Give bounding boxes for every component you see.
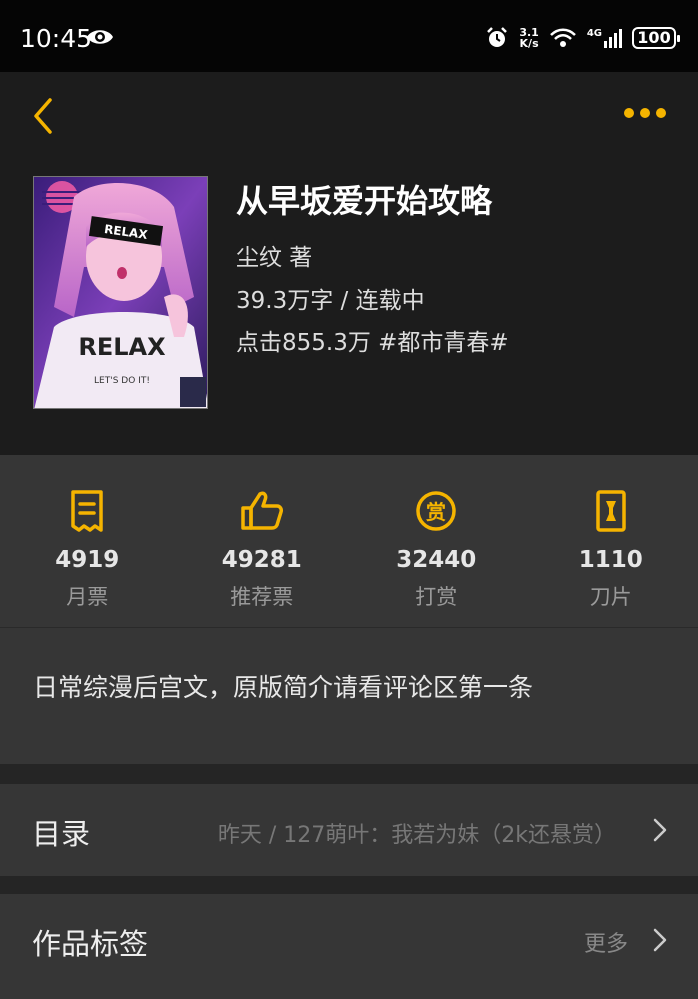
catalog-row[interactable]: 目录 昨天 / 127萌叶：我若为妹（2k还悬赏） [0,784,698,876]
monthly-ticket-icon [71,490,103,532]
cell-signal: 4G [587,28,622,48]
ticket-count: 1110 [578,547,643,573]
synopsis-section[interactable]: 日常综漫后宫文，原版简介请看评论区第一条 [0,628,698,764]
net-speed-unit: K/s [519,37,539,50]
ticket-count: 4919 [55,547,120,573]
synopsis-text: 日常综漫后宫文，原版简介请看评论区第一条 [33,673,534,702]
status-time: 10:45 [20,24,93,53]
wifi-icon [549,28,576,47]
tags-row[interactable]: 作品标签 更多 [0,894,698,999]
book-stats: 点击855.3万 #都市青春# [236,330,509,356]
book-header: RELAX RELAX LET'S DO IT! 从早坂爱开始攻略 尘纹 著 3… [0,72,698,455]
network-type: 4G [586,28,602,39]
section-gap [0,876,698,894]
ticket-blade[interactable]: 1110 刀片 [524,455,698,627]
chevron-left-icon[interactable] [30,96,56,136]
ticket-label: 月票 [66,585,109,609]
ticket-label: 推荐票 [230,585,294,609]
ticket-recommend[interactable]: 49281 推荐票 [175,455,350,627]
ticket-row: 4919 月票 49281 推荐票 赏 32440 打赏 1110 刀片 [0,455,698,627]
cover-text-sub: LET'S DO IT! [94,376,150,386]
ticket-label: 刀片 [589,585,632,609]
svg-text:赏: 赏 [426,500,446,524]
catalog-title: 目录 [32,817,91,851]
chevron-right-icon [653,818,667,842]
ticket-label: 打赏 [415,585,458,609]
net-speed: 3.1 K/s [519,27,539,49]
ticket-monthly[interactable]: 4919 月票 [0,455,175,627]
status-bar: 10:45 3.1 K/s 4G 100 [0,0,698,72]
catalog-latest-chapter: 昨天 / 127萌叶：我若为妹（2k还悬赏） [217,823,616,848]
tags-title: 作品标签 [32,927,149,961]
eye-icon [87,30,113,44]
ticket-count: 49281 [221,547,302,573]
ticket-reward[interactable]: 赏 32440 打赏 [349,455,524,627]
chevron-right-icon [653,928,667,952]
book-meta: 39.3万字 / 连载中 [236,288,425,314]
battery-indicator: 100 [632,27,680,49]
book-author[interactable]: 尘纹 著 [236,238,312,272]
reward-coin-icon: 赏 [416,491,456,531]
tags-more-link[interactable]: 更多 [584,926,628,958]
section-gap [0,764,698,784]
ticket-count: 32440 [396,547,477,573]
more-horizontal-icon[interactable] [624,108,666,120]
cover-text-shirt: RELAX [78,333,166,361]
cover-illustration: RELAX RELAX LET'S DO IT! [34,177,207,408]
status-icons: 3.1 K/s 4G 100 [485,24,680,52]
thumbs-up-icon [241,491,283,530]
book-title: 从早坂爱开始攻略 [236,182,493,220]
blade-icon [596,490,626,532]
signal-icon [604,29,622,48]
book-cover[interactable]: RELAX RELAX LET'S DO IT! [33,176,208,409]
alarm-icon [487,27,508,47]
